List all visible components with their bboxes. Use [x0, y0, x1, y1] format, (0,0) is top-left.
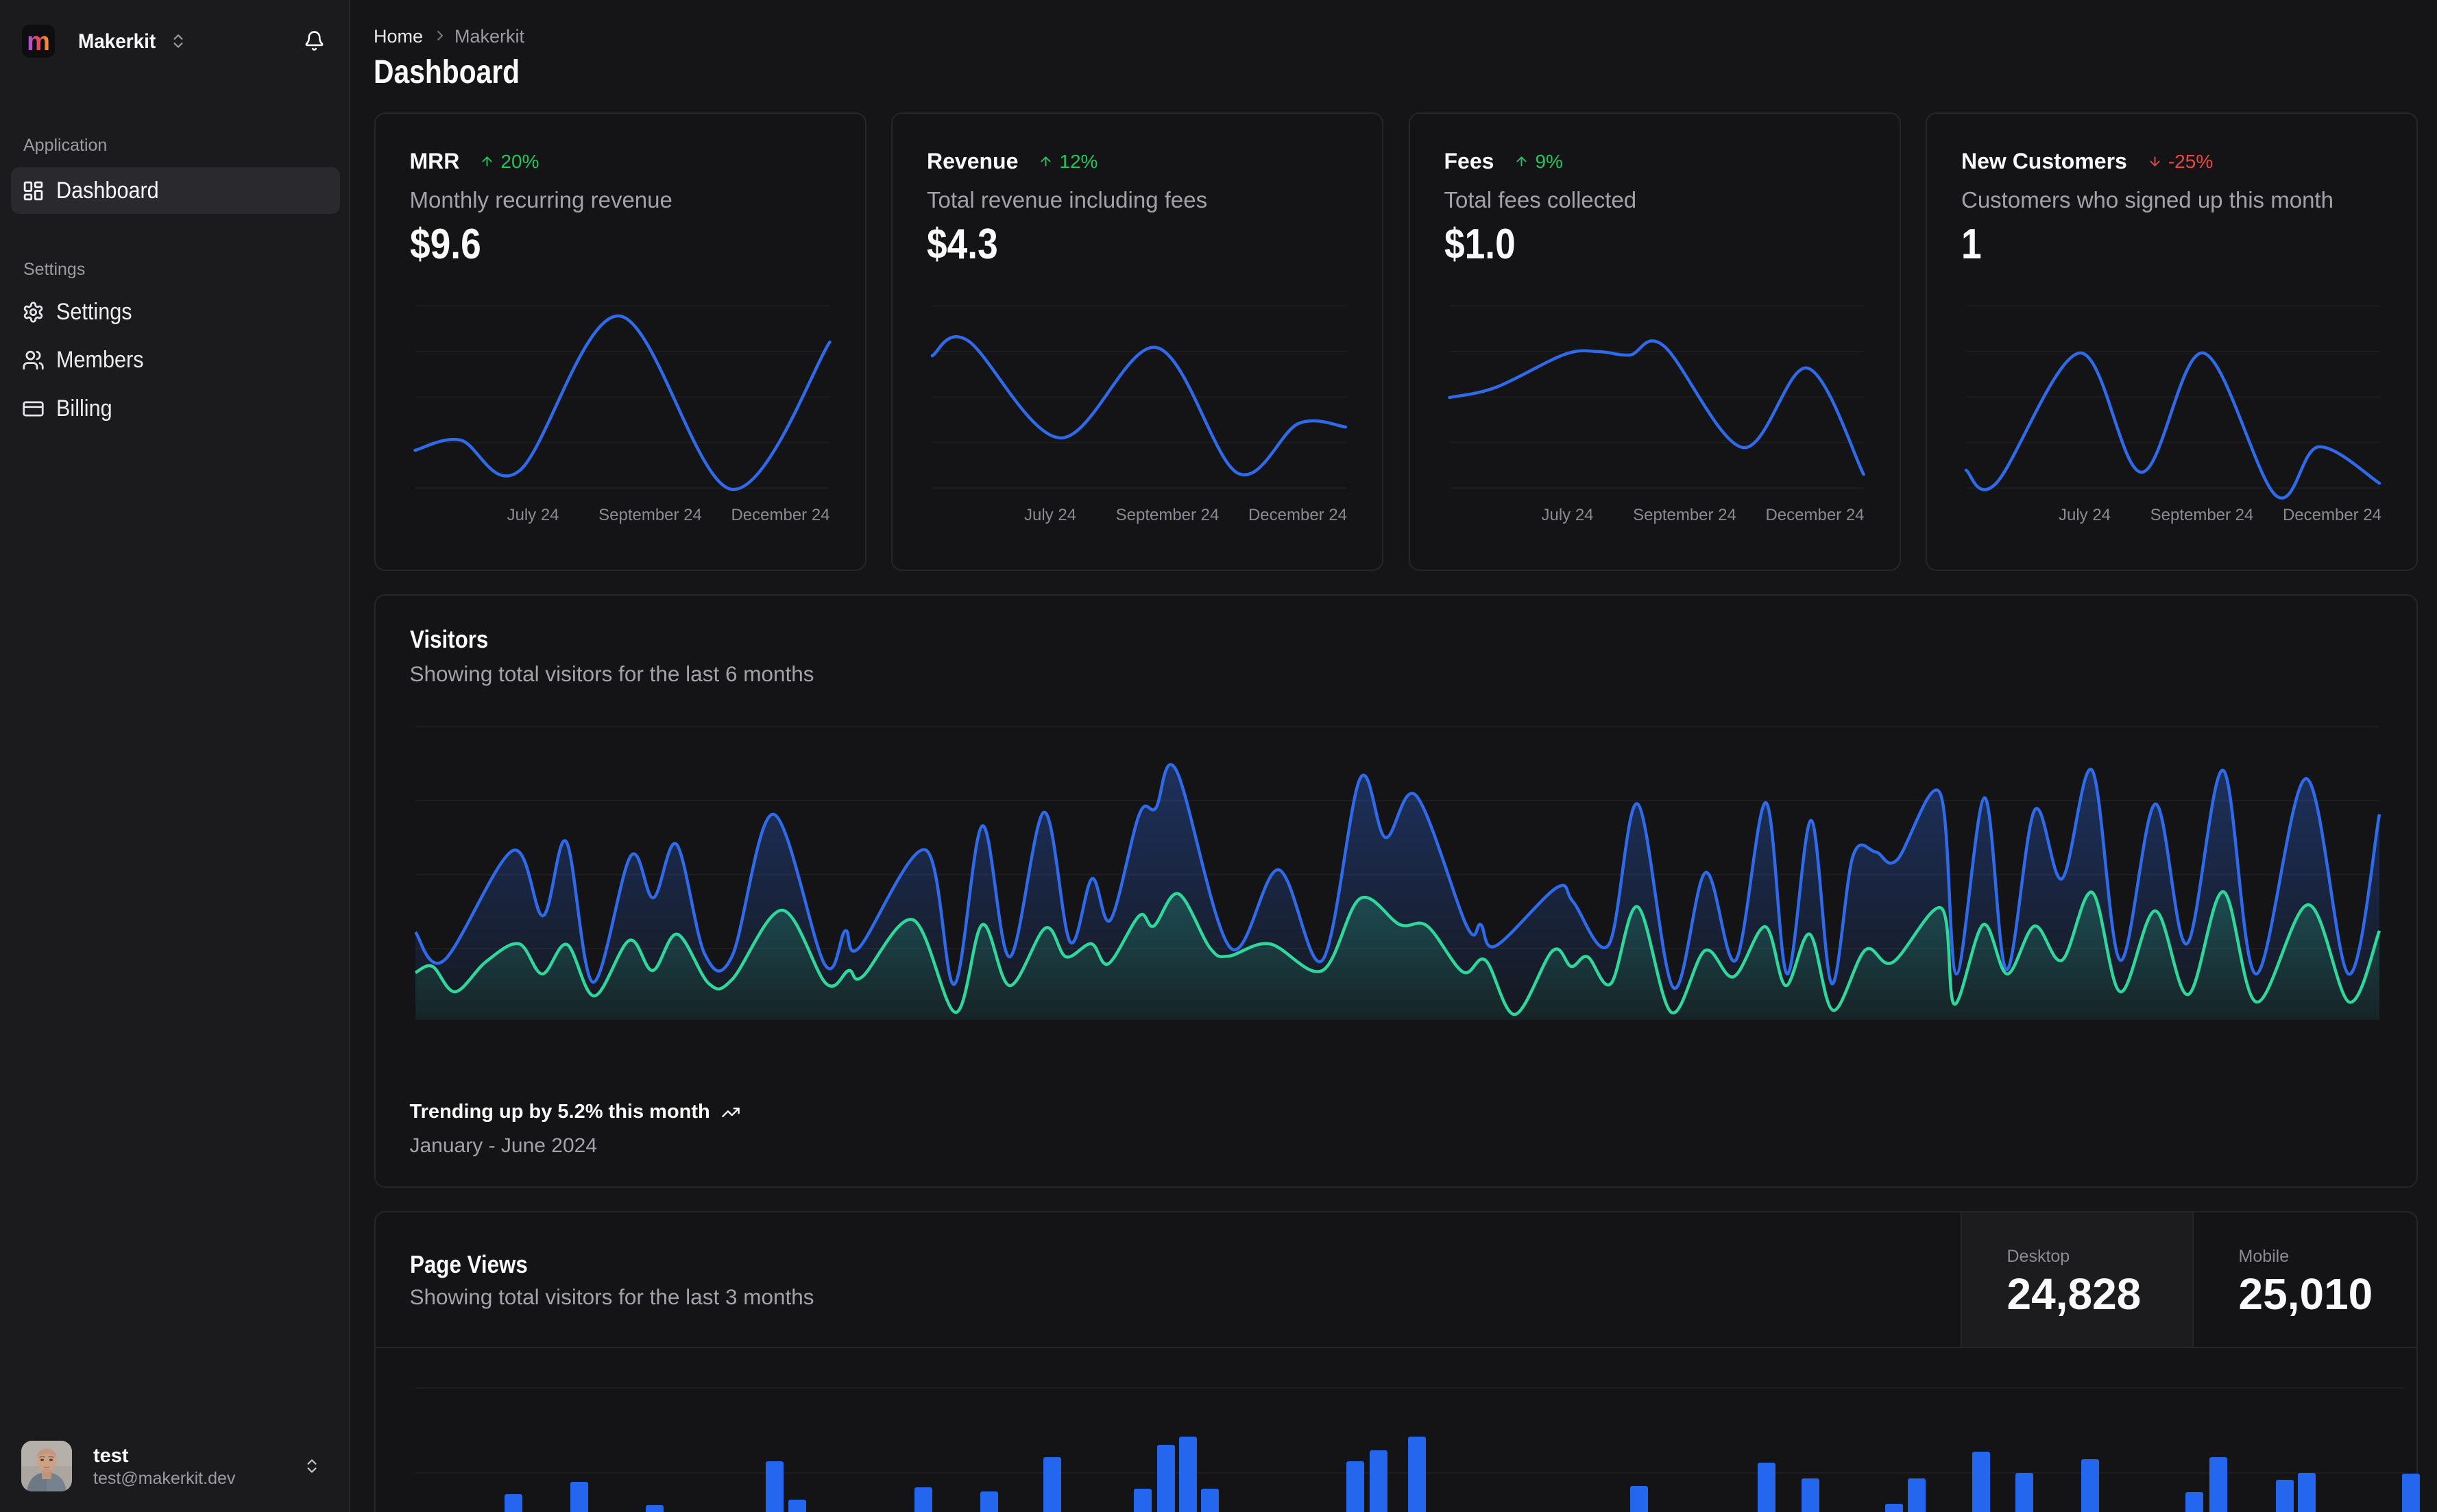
svg-text:m: m: [27, 27, 50, 56]
